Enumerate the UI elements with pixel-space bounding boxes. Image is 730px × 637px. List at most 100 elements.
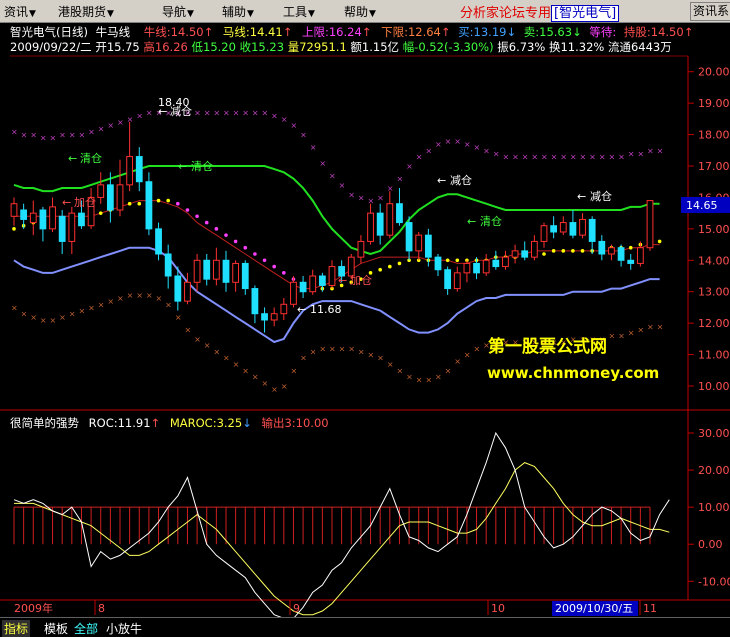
lower-cross-5: × (59, 313, 66, 322)
upper-cross-39: × (387, 184, 394, 193)
upper-cross-47: × (464, 140, 471, 149)
lower-cross-0: × (11, 303, 18, 312)
lower-cross-57: × (560, 338, 567, 347)
ind-tick-label-4: 30.00 (698, 427, 730, 440)
support-dot-52 (513, 255, 517, 259)
candle-body-50 (492, 259, 500, 268)
support-dot-8 (89, 214, 93, 219)
upper-cross-26: × (262, 109, 269, 118)
lower-cross-46: × (454, 357, 461, 366)
upper-cross-5: × (59, 131, 66, 140)
lower-cross-62: × (608, 332, 615, 341)
upper-cross-25: × (252, 109, 259, 118)
lower-cross-27: × (271, 385, 278, 394)
menu-ganggu[interactable]: 港股期货▼ (58, 3, 114, 20)
annotation-jiancang-1: 减仓 (170, 104, 192, 118)
menu-gongju[interactable]: 工具▼ (283, 3, 315, 20)
candle-body-40 (396, 203, 403, 224)
candle-body-18 (184, 281, 191, 302)
menu-fuzhu[interactable]: 辅助▼ (222, 3, 254, 20)
indicator-title: 很简单的强势 (10, 416, 79, 430)
candle-body-5 (58, 215, 66, 242)
main-tick-label-8: 18.00 (698, 129, 730, 142)
lower-cross-66: × (647, 322, 654, 331)
lower-cross-60: × (589, 335, 596, 344)
menu-zixun[interactable]: 资讯▼ (4, 3, 36, 20)
date-axis: 2009年 8 9 10 2009/10/30/五 11 (14, 600, 657, 616)
support-dot-4 (50, 217, 55, 222)
candle-body-44 (434, 256, 442, 271)
candle-body-55 (540, 225, 548, 242)
lower-cross-28: × (281, 382, 288, 391)
tab-muban[interactable]: 模板 (44, 620, 68, 637)
upper-cross-20: × (204, 109, 211, 118)
lower-cross-65: × (637, 325, 644, 334)
main-tick-label-9: 19.00 (698, 97, 730, 110)
candle-body-41 (405, 222, 413, 252)
lower-cross-51: × (502, 338, 509, 347)
support-dot-40 (397, 261, 402, 266)
main-tick-label-5: 15.00 (698, 223, 730, 236)
candle-body-45 (444, 269, 452, 290)
upper-cross-44: × (435, 140, 442, 149)
bottom-tab-bar: 指标 模板 全部 小放牛 (0, 617, 730, 637)
lower-band-line (13, 246, 660, 344)
arrow-jiancang-3: ← (577, 190, 586, 203)
upper-cross-32: × (319, 159, 326, 168)
candle-body-26 (261, 313, 268, 321)
support-dot-35 (349, 280, 354, 285)
candle-body-8 (87, 196, 95, 227)
lower-cross-18: × (184, 325, 191, 334)
ind-tick-label-3: 20.00 (698, 464, 730, 477)
lower-cross-13: × (136, 291, 143, 300)
upper-cross-63: × (618, 153, 625, 162)
lower-cross-14: × (146, 291, 153, 300)
lower-cross-22: × (223, 354, 230, 363)
support-dot-32 (320, 286, 325, 291)
lower-cross-56: × (551, 338, 558, 347)
upper-cross-49: × (483, 146, 490, 155)
support-dot-26 (262, 258, 267, 263)
upper-cross-57: × (560, 153, 567, 162)
lower-cross-4: × (50, 316, 57, 325)
lower-cross-52: × (512, 338, 519, 347)
upper-cross-17: × (175, 109, 182, 118)
right-news-button[interactable]: 资讯系 (690, 2, 730, 21)
support-dot-58 (571, 249, 575, 253)
lower-cross-44: × (435, 373, 442, 382)
arrow-jiancang-2: ← (437, 174, 446, 187)
candle-body-54 (530, 240, 538, 258)
candle-body-57 (559, 222, 567, 233)
upper-cross-27: × (271, 112, 278, 121)
support-dot-50 (494, 255, 498, 259)
candle-body-25 (251, 288, 259, 315)
tab-quanbu[interactable]: 全部 (74, 620, 98, 637)
candle-body-49 (482, 259, 490, 274)
candle-body-6 (68, 212, 76, 242)
upper-cross-24: × (242, 109, 249, 118)
wait-value: 等待: (589, 25, 617, 39)
main-tick-label-3: 13.00 (698, 286, 730, 299)
upper-cross-38: × (377, 193, 384, 202)
candle-body-12 (126, 156, 134, 186)
tab-xiaofangniu[interactable]: 小放牛 (106, 620, 142, 637)
candle-body-36 (357, 240, 365, 258)
menu-daohang[interactable]: 导航▼ (162, 3, 194, 20)
upper-cross-30: × (300, 131, 307, 140)
watermark-url: www.chnmoney.com (487, 364, 659, 382)
lower-cross-20: × (204, 341, 211, 350)
menu-bangzhu[interactable]: 帮助▼ (344, 3, 376, 20)
date-sep: 9 (293, 602, 300, 615)
lower-cross-11: × (117, 294, 124, 303)
quote-amplitude: 振6.73% (497, 40, 546, 54)
upper-cross-34: × (339, 181, 346, 190)
tab-zhibiao[interactable]: 指标 (2, 620, 31, 637)
candle-body-27 (270, 313, 278, 321)
support-dot-17 (176, 201, 180, 206)
quote-high: 高16.26 (143, 40, 188, 54)
upper-cross-36: × (358, 193, 365, 202)
support-dot-24 (243, 245, 248, 250)
lower-cross-9: × (98, 300, 105, 309)
upper-cross-8: × (88, 127, 95, 136)
lower-cross-53: × (522, 338, 529, 347)
